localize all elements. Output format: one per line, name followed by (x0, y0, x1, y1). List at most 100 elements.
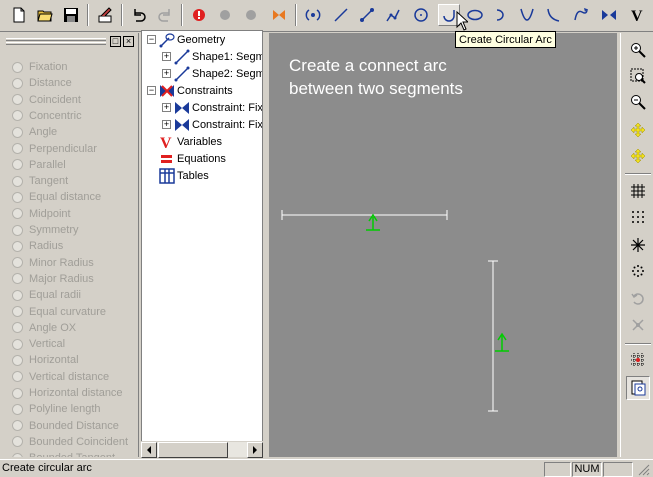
pan-icon[interactable] (626, 118, 650, 142)
collapse-icon[interactable]: − (147, 86, 156, 95)
constraint-option[interactable]: Coincident (12, 92, 81, 108)
constraint-option[interactable]: Angle OX (12, 320, 76, 336)
radio-button[interactable] (12, 208, 23, 220)
drawing-canvas[interactable]: Create a connect arc between two segment… (269, 33, 617, 457)
constraint-option[interactable]: Vertical distance (12, 369, 109, 385)
tree-tables[interactable]: Tables (159, 167, 209, 184)
panel-close-button[interactable]: × (123, 36, 134, 47)
tree-variables[interactable]: V Variables (159, 133, 222, 150)
radio-button[interactable] (12, 452, 23, 457)
radio-button[interactable] (12, 159, 23, 171)
rotate-icon[interactable] (626, 287, 650, 311)
solve-icon[interactable] (268, 4, 290, 26)
polar-grid-icon[interactable] (626, 233, 650, 257)
segment-1[interactable] (281, 210, 448, 220)
spline-icon[interactable] (570, 4, 592, 26)
constraint-option[interactable]: Concentric (12, 108, 82, 124)
radio-button[interactable] (12, 387, 23, 399)
save-icon[interactable] (60, 4, 82, 26)
snap-disabled-icon[interactable] (626, 313, 650, 337)
radio-button[interactable] (12, 77, 23, 89)
expand-icon[interactable]: + (162, 103, 171, 112)
radio-button[interactable] (12, 338, 23, 350)
open-folder-icon[interactable] (34, 4, 56, 26)
radio-button[interactable] (12, 322, 23, 334)
radio-button[interactable] (12, 61, 23, 73)
segment-2[interactable] (488, 260, 498, 412)
segment-icon[interactable] (356, 4, 378, 26)
hyperbola-icon[interactable] (542, 4, 564, 26)
tree-horizontal-scrollbar[interactable] (141, 441, 263, 458)
snap-grid-icon[interactable] (626, 348, 650, 372)
expand-icon[interactable]: + (162, 69, 171, 78)
constraint-option[interactable]: Equal curvature (12, 304, 106, 320)
tree-equations[interactable]: Equations (159, 150, 226, 167)
constraint-option[interactable]: Minor Radius (12, 255, 94, 271)
constraint-option[interactable]: Distance (12, 75, 72, 91)
scroll-right-button[interactable] (247, 442, 263, 458)
constraint-option[interactable]: Symmetry (12, 222, 79, 238)
move-icon[interactable] (626, 144, 650, 168)
radio-button[interactable] (12, 306, 23, 317)
variable-icon[interactable]: V (626, 4, 648, 26)
panel-grip[interactable] (6, 38, 106, 41)
dot-grid-icon[interactable] (626, 205, 650, 229)
constraint-option[interactable]: Perpendicular (12, 141, 97, 157)
radio-button[interactable] (12, 126, 23, 138)
elliptic-arc-icon[interactable] (490, 4, 512, 26)
constraint-option[interactable]: Bounded Distance (12, 418, 119, 434)
polar-dots-icon[interactable] (626, 259, 650, 283)
constraint-option[interactable]: Tangent (12, 173, 68, 189)
resize-grip-icon[interactable] (638, 464, 650, 476)
zoom-out-icon[interactable] (626, 90, 650, 114)
constraint-option[interactable]: Radius (12, 238, 63, 254)
constraint-option[interactable]: Angle (12, 124, 57, 140)
constraint-option[interactable]: Equal distance (12, 189, 101, 205)
radio-button[interactable] (12, 371, 23, 383)
constraint-option[interactable]: Parallel (12, 157, 66, 173)
radio-button[interactable] (12, 240, 23, 252)
panel-maximize-button[interactable]: □ (110, 36, 121, 47)
properties-icon[interactable] (94, 4, 116, 26)
symmetry-icon[interactable] (598, 4, 620, 26)
polyline-icon[interactable] (382, 4, 404, 26)
radio-button[interactable] (12, 273, 23, 285)
constraint-option[interactable]: Major Radius (12, 271, 94, 287)
radio-button[interactable] (12, 175, 23, 187)
parabola-icon[interactable] (516, 4, 538, 26)
panel-grip[interactable] (6, 42, 106, 45)
zoom-window-icon[interactable] (626, 64, 650, 88)
constraint-option[interactable]: Vertical (12, 336, 65, 352)
constraint-option[interactable]: Bounded Coincident (12, 434, 128, 450)
radio-button[interactable] (12, 143, 23, 154)
scroll-thumb[interactable] (158, 442, 228, 458)
constraint-option[interactable]: Equal radii (12, 287, 81, 303)
radio-button[interactable] (12, 354, 23, 366)
radio-button[interactable] (12, 110, 23, 122)
circle-icon[interactable] (410, 4, 432, 26)
tree-shape1[interactable]: + Shape1: Segment (162, 48, 262, 65)
radio-button[interactable] (12, 94, 23, 106)
constraint-option[interactable]: Midpoint (12, 206, 71, 222)
constraint-option[interactable]: Horizontal distance (12, 385, 123, 401)
constraint-option[interactable]: Fixation (12, 59, 68, 75)
expand-icon[interactable]: + (162, 52, 171, 61)
tree-shape2[interactable]: + Shape2: Segment (162, 65, 262, 82)
snap-objects-icon[interactable] (626, 376, 650, 400)
tree-geometry[interactable]: − Geometry (147, 31, 225, 48)
new-file-icon[interactable] (8, 4, 30, 26)
redo-icon[interactable] (154, 4, 176, 26)
line-icon[interactable] (330, 4, 352, 26)
scroll-left-button[interactable] (141, 442, 157, 458)
radio-button[interactable] (12, 289, 23, 301)
zoom-in-icon[interactable] (626, 38, 650, 62)
point-icon[interactable] (302, 4, 324, 26)
tree-constraint2[interactable]: + Constraint: Fixation (162, 116, 262, 133)
radio-button[interactable] (12, 224, 23, 236)
radio-button[interactable] (12, 257, 23, 269)
radio-button[interactable] (12, 403, 23, 415)
radio-button[interactable] (12, 191, 23, 203)
radio-button[interactable] (12, 420, 23, 432)
expand-icon[interactable]: + (162, 120, 171, 129)
tree-constraint1[interactable]: + Constraint: Fixation (162, 99, 262, 116)
